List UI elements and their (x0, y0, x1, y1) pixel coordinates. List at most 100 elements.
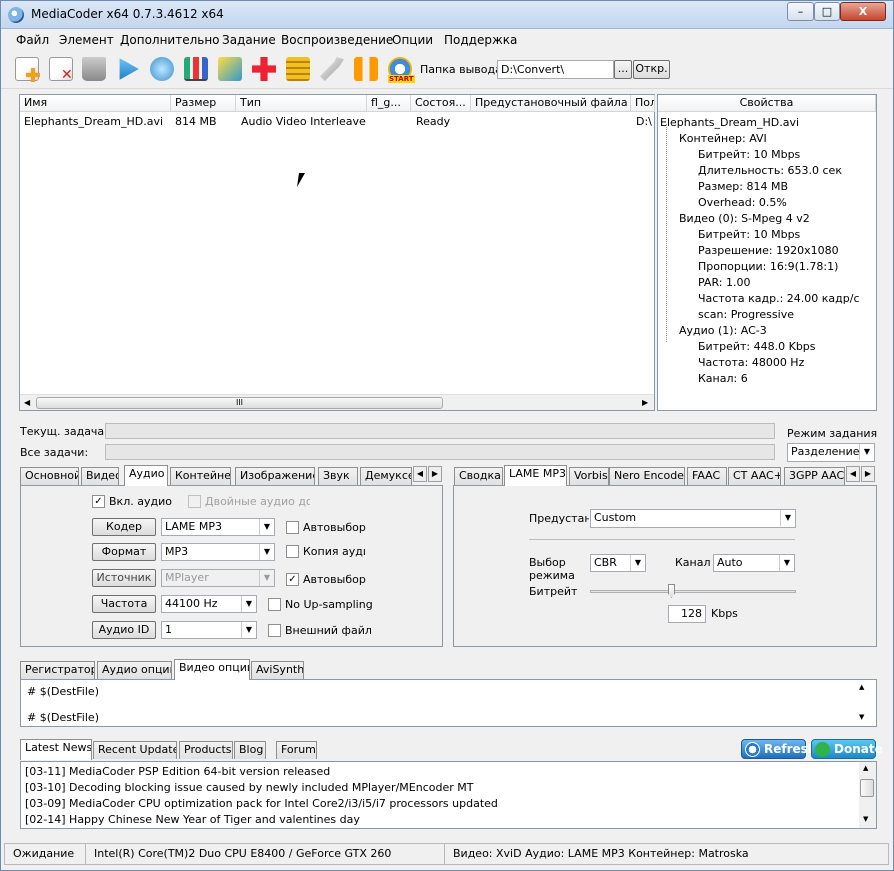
news-item[interactable]: [03-10] Decoding blocking issue caused b… (25, 781, 473, 794)
output-folder-input[interactable]: D:\Convert\ (497, 60, 614, 79)
samplerate-button[interactable]: Частота (92, 595, 156, 613)
tab-basic[interactable]: Основной (20, 467, 79, 485)
col-flag[interactable]: fl_g... (367, 95, 411, 112)
audio-id-button[interactable]: Аудио ID (92, 621, 156, 639)
tab-scroll-left-icon[interactable]: ◀ (846, 466, 860, 482)
menu-advanced[interactable]: Дополнительно (120, 33, 220, 47)
tab-blog[interactable]: Blog (234, 741, 266, 759)
source-select[interactable]: MPlayer ▼ (161, 569, 275, 587)
tab-demuxer[interactable]: Демуксер (360, 467, 412, 485)
col-type[interactable]: Тип (236, 95, 367, 112)
col-preset[interactable]: Предустановочный файла (471, 95, 631, 112)
col-path[interactable]: Пол (631, 95, 655, 112)
samplerate-select[interactable]: 44100 Hz ▼ (161, 595, 257, 613)
close-button[interactable]: X (840, 2, 886, 21)
tab-logger[interactable]: Регистратор (20, 661, 95, 679)
news-vscrollbar[interactable]: ▲ ▼ (859, 762, 876, 828)
menu-file[interactable]: Файл (16, 33, 49, 47)
scroll-up-icon[interactable]: ▲ (859, 683, 864, 691)
no-upsampling-checkbox[interactable] (268, 598, 281, 611)
menu-element[interactable]: Элемент (59, 33, 114, 47)
dual-audio-checkbox[interactable] (188, 495, 201, 508)
tab-audio-options[interactable]: Аудио опции (97, 661, 172, 679)
tab-summary[interactable]: Сводка (454, 467, 503, 485)
bitrate-slider-track[interactable] (590, 590, 796, 593)
tab-scroll-left-icon[interactable]: ◀ (413, 466, 427, 482)
format-button[interactable]: Формат (92, 543, 156, 561)
clear-button[interactable] (78, 53, 111, 86)
list-button[interactable] (282, 53, 315, 86)
scroll-down-icon[interactable]: ▼ (863, 815, 868, 823)
file-list-hscrollbar[interactable]: ◀ III ▶ (20, 394, 654, 410)
bitrate-input[interactable]: 128 (668, 605, 706, 623)
tab-scroll-right-icon[interactable]: ▶ (428, 466, 442, 482)
tab-lame-mp3[interactable]: LAME MP3 (504, 465, 567, 486)
tab-faac[interactable]: FAAC (687, 467, 727, 485)
prop-audio[interactable]: Аудио (1): AC-3 (679, 324, 767, 337)
pause-button[interactable] (350, 53, 383, 86)
refresh-button[interactable]: Refresh (741, 739, 816, 759)
properties-tree[interactable]: Elephants_Dream_HD.avi Контейнер: AVI Би… (658, 114, 876, 410)
enable-audio-checkbox[interactable]: ✓ (92, 495, 105, 508)
tab-latest-news[interactable]: Latest News (20, 739, 92, 760)
open-folder-button[interactable]: Откр. (633, 60, 670, 79)
options-textarea[interactable]: # $(DestFile) # $(DestFile) ▲ ▼ (20, 679, 877, 727)
news-list[interactable]: [03-11] MediaCoder PSP Edition 64-bit ve… (20, 761, 877, 829)
wizard-button[interactable] (214, 53, 247, 86)
news-item[interactable]: [03-09] MediaCoder CPU optimization pack… (25, 797, 498, 810)
tab-forum[interactable]: Forum (276, 741, 317, 759)
col-size[interactable]: Размер (171, 95, 236, 112)
file-list[interactable]: Имя Размер Тип fl_g... Состоя... Предуст… (19, 94, 655, 411)
maximize-button[interactable]: □ (814, 2, 840, 21)
scroll-thumb[interactable] (860, 779, 874, 797)
tab-ct-aac[interactable]: CT AAC+ (728, 467, 781, 485)
menu-task[interactable]: Задание (222, 33, 276, 47)
source-button[interactable]: Источник (92, 569, 156, 587)
scroll-right-icon[interactable]: ▶ (642, 398, 648, 407)
tab-container[interactable]: Контейнер (170, 467, 231, 485)
prop-video[interactable]: Видео (0): S-Mpeg 4 v2 (679, 212, 810, 225)
scroll-left-icon[interactable]: ◀ (24, 398, 30, 407)
codec-select[interactable]: LAME MP3 ▼ (161, 518, 275, 536)
col-state[interactable]: Состоя... (411, 95, 471, 112)
tab-video[interactable]: Видео (81, 467, 119, 485)
preview-button[interactable] (146, 53, 179, 86)
tab-vorbis[interactable]: Vorbis (569, 467, 609, 485)
tab-image[interactable]: Изображение (235, 467, 315, 485)
codec-button[interactable]: Кодер (92, 518, 156, 536)
add-file-button[interactable] (11, 53, 44, 86)
task-mode-select[interactable]: Разделение ▼ (787, 443, 875, 462)
menu-playback[interactable]: Воспроизведение (281, 33, 393, 47)
minimize-button[interactable]: – (787, 2, 814, 21)
play-button[interactable] (112, 53, 145, 86)
settings-button[interactable] (316, 53, 349, 86)
tab-3gpp-aac[interactable]: 3GPP AAC- (784, 467, 845, 485)
format-select[interactable]: MP3 ▼ (161, 543, 275, 561)
table-row[interactable]: Elephants_Dream_HD.avi 814 MB Audio Vide… (20, 114, 654, 130)
menu-support[interactable]: Поддержка (444, 33, 517, 47)
col-name[interactable]: Имя (20, 95, 171, 112)
tab-avisynth[interactable]: AviSynth (251, 661, 304, 679)
tab-scroll-right-icon[interactable]: ▶ (861, 466, 875, 482)
prop-file[interactable]: Elephants_Dream_HD.avi (660, 116, 799, 129)
preset-select[interactable]: Custom ▼ (590, 509, 796, 528)
tab-sound[interactable]: Звук (318, 467, 358, 485)
copy-audio-checkbox[interactable] (286, 545, 299, 558)
remove-file-button[interactable]: ✕ (45, 53, 78, 86)
browse-button[interactable]: ... (614, 60, 632, 79)
news-item[interactable]: [03-11] MediaCoder PSP Edition 64-bit ve… (25, 765, 330, 778)
menu-options[interactable]: Опции (392, 33, 433, 47)
tab-audio[interactable]: Аудио (124, 465, 168, 486)
bitrate-slider-thumb[interactable] (668, 584, 675, 598)
news-item[interactable]: [02-14] Happy Chinese New Year of Tiger … (25, 813, 360, 826)
scroll-down-icon[interactable]: ▼ (859, 713, 864, 721)
external-file-checkbox[interactable] (268, 624, 281, 637)
stats-button[interactable] (180, 53, 213, 86)
audio-id-select[interactable]: 1 ▼ (161, 621, 257, 639)
start-button[interactable]: START (384, 53, 417, 86)
scroll-thumb[interactable]: III (36, 397, 443, 409)
prop-container[interactable]: Контейнер: AVI (679, 132, 767, 145)
mode-select[interactable]: CBR ▼ (590, 554, 646, 572)
tab-nero[interactable]: Nero Encoder (609, 467, 685, 485)
channel-select[interactable]: Auto ▼ (713, 554, 795, 572)
